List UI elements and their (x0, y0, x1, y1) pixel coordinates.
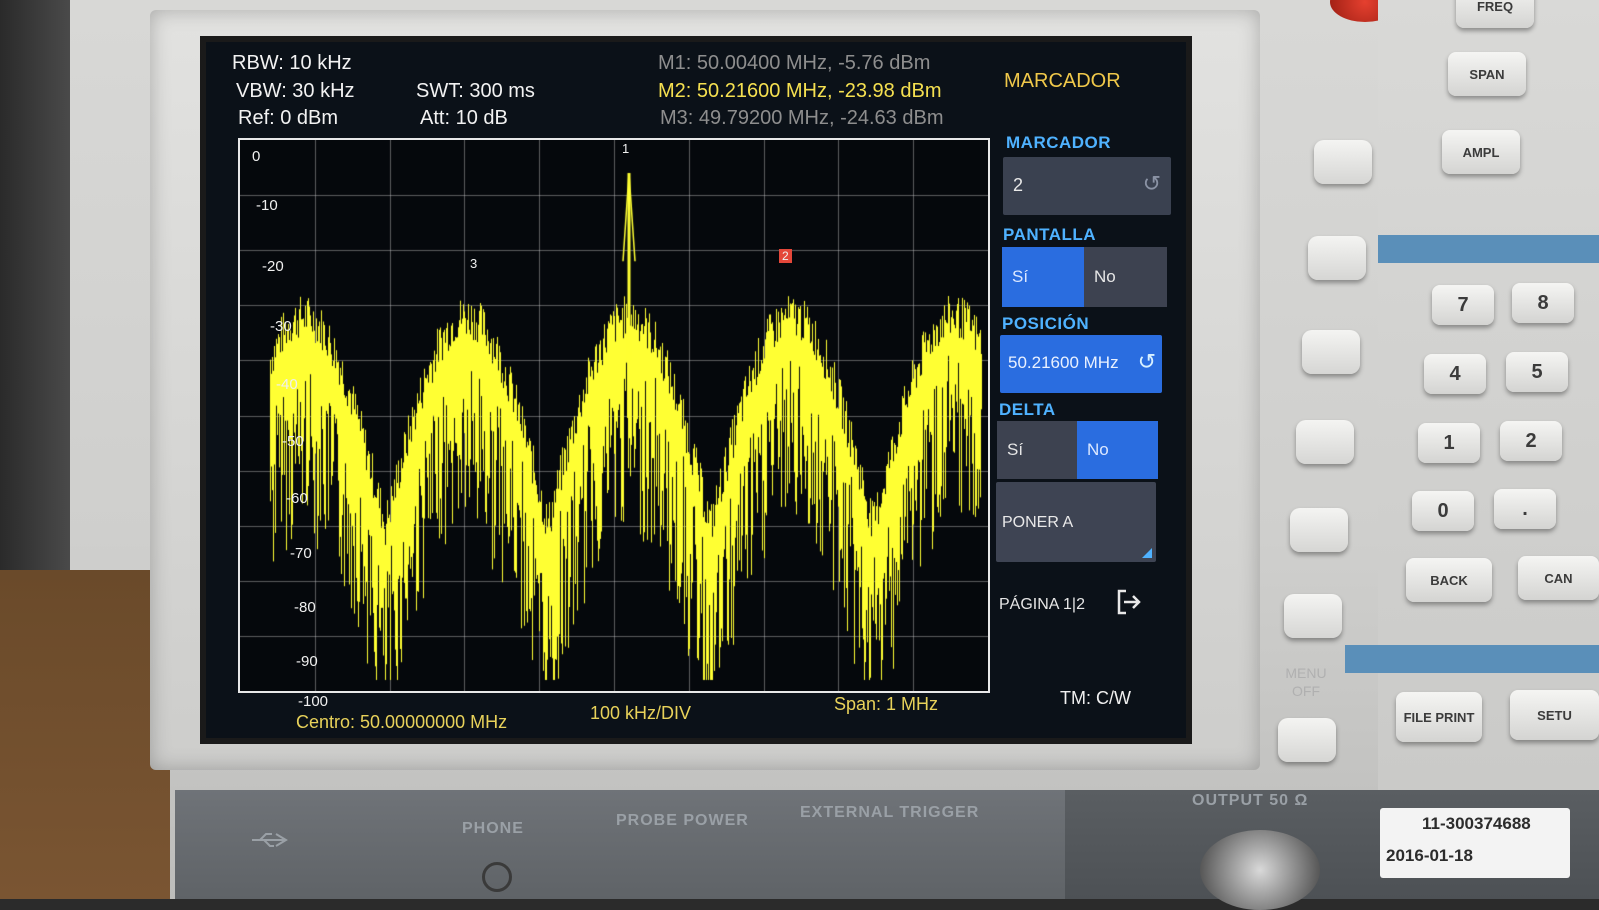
output-connector[interactable] (1200, 830, 1320, 910)
spectrum-trace (240, 140, 988, 691)
delta-section-label: DELTA (999, 400, 1056, 419)
sticker-id: 11-300374688 (1422, 814, 1531, 833)
softkey-3[interactable] (1302, 330, 1360, 374)
phone-jack[interactable] (482, 862, 512, 892)
posicion-input[interactable]: 50.21600 MHz ↺ (1000, 335, 1162, 393)
rbw-readout: RBW: 10 kHz (232, 52, 352, 74)
phone-label: PHONE (462, 820, 524, 837)
pantalla-toggle[interactable]: Sí No (1002, 247, 1167, 307)
softkey-1[interactable] (1314, 140, 1372, 184)
keypad-band-bottom (1345, 645, 1599, 673)
marker-3-readout: M3: 49.79200 MHz, -24.63 dBm (660, 107, 944, 129)
y-label-minus70: -70 (290, 545, 312, 562)
key-8[interactable]: 8 (1512, 283, 1574, 323)
delta-option-si[interactable]: Sí (997, 421, 1077, 479)
usb-icon (252, 833, 288, 847)
posicion-value: 50.21600 MHz (1008, 353, 1119, 372)
y-label-minus100: -100 (298, 693, 329, 710)
span-readout: Span: 1 MHz (834, 694, 939, 714)
pantalla-section-label: PANTALLA (1003, 225, 1097, 244)
y-label-minus90: -90 (296, 653, 318, 670)
key-2[interactable]: 2 (1500, 421, 1562, 461)
setup-key[interactable]: SETU (1510, 690, 1599, 740)
key-1[interactable]: 1 (1418, 423, 1480, 463)
y-label-minus30: -30 (270, 318, 292, 335)
marcador-value: 2 (1013, 175, 1024, 195)
page-indicator: PÁGINA 1|2 (999, 596, 1085, 613)
vbw-readout: VBW: 30 kHz (236, 80, 355, 102)
key-0[interactable]: 0 (1412, 491, 1474, 531)
sticker-date: 2016-01-18 (1386, 846, 1473, 865)
keypad-band-top (1378, 235, 1599, 263)
marker-1-readout: M1: 50.00400 MHz, -5.76 dBm (658, 52, 931, 74)
next-page-icon[interactable] (1114, 587, 1144, 617)
key-7[interactable]: 7 (1432, 285, 1494, 325)
menu-off-key[interactable] (1278, 718, 1336, 762)
softkey-6[interactable] (1284, 594, 1342, 638)
poner-a-button[interactable]: PONER A (996, 482, 1156, 562)
freq-key[interactable]: FREQ (1456, 0, 1534, 28)
key-5[interactable]: 5 (1506, 352, 1568, 392)
y-label-minus80: -80 (294, 599, 316, 616)
marcador-selector[interactable]: 2 ↺ (1003, 157, 1171, 215)
span-key[interactable]: SPAN (1448, 52, 1526, 96)
delta-option-no[interactable]: No (1077, 421, 1158, 479)
y-label-minus50: -50 (282, 433, 304, 450)
att-readout: Att: 10 dB (420, 107, 508, 129)
marcador-section-label: MARCADOR (1006, 133, 1112, 152)
center-frequency: Centro: 50.00000000 MHz (296, 712, 508, 732)
key-dot[interactable]: . (1494, 489, 1556, 529)
back-key[interactable]: BACK (1406, 558, 1492, 602)
menu-title: MARCADOR (1004, 70, 1121, 92)
delta-toggle[interactable]: Sí No (997, 421, 1158, 479)
cancel-key[interactable]: CAN (1518, 556, 1599, 600)
ref-readout: Ref: 0 dBm (238, 107, 339, 129)
y-label-minus10: -10 (256, 197, 278, 214)
background-table (0, 570, 170, 899)
submenu-corner-icon (1142, 548, 1152, 558)
rotate-knob-icon: ↺ (1142, 171, 1161, 196)
y-label-minus60: -60 (286, 490, 308, 507)
calibration-sticker: 11-300374688 2016-01-18 (1380, 808, 1570, 878)
y-label-minus20: -20 (262, 258, 284, 275)
swt-readout: SWT: 300 ms (416, 80, 535, 102)
y-label-0: 0 (252, 148, 261, 165)
pantalla-option-si[interactable]: Sí (1002, 247, 1084, 307)
marker-2-readout: M2: 50.21600 MHz, -23.98 dBm (658, 80, 942, 102)
softkey-2[interactable] (1308, 236, 1366, 280)
menu-off-label: MENU OFF (1285, 665, 1327, 699)
softkey-5[interactable] (1290, 508, 1348, 552)
pantalla-option-no[interactable]: No (1084, 247, 1167, 307)
poner-a-label: PONER A (1002, 514, 1074, 531)
posicion-section-label: POSICIÓN (1002, 314, 1090, 333)
file-print-key[interactable]: FILE PRINT (1396, 692, 1482, 742)
trace-mode: TM: C/W (1060, 688, 1131, 708)
external-trigger-label: EXTERNAL TRIGGER (800, 804, 980, 821)
marker-1-tag: 1 (622, 141, 630, 156)
marker-3-tag: 3 (470, 256, 478, 271)
rotate-knob-icon: ↺ (1137, 349, 1156, 374)
ampl-key[interactable]: AMPL (1442, 130, 1520, 174)
y-label-minus40: -40 (276, 376, 298, 393)
scale-per-div: 100 kHz/DIV (590, 703, 692, 723)
marker-2-tag: 2 (779, 249, 792, 263)
key-4[interactable]: 4 (1424, 354, 1486, 394)
softkey-4[interactable] (1296, 420, 1354, 464)
output-label: OUTPUT 50 Ω (1192, 792, 1309, 809)
probe-power-label: PROBE POWER (616, 812, 749, 829)
